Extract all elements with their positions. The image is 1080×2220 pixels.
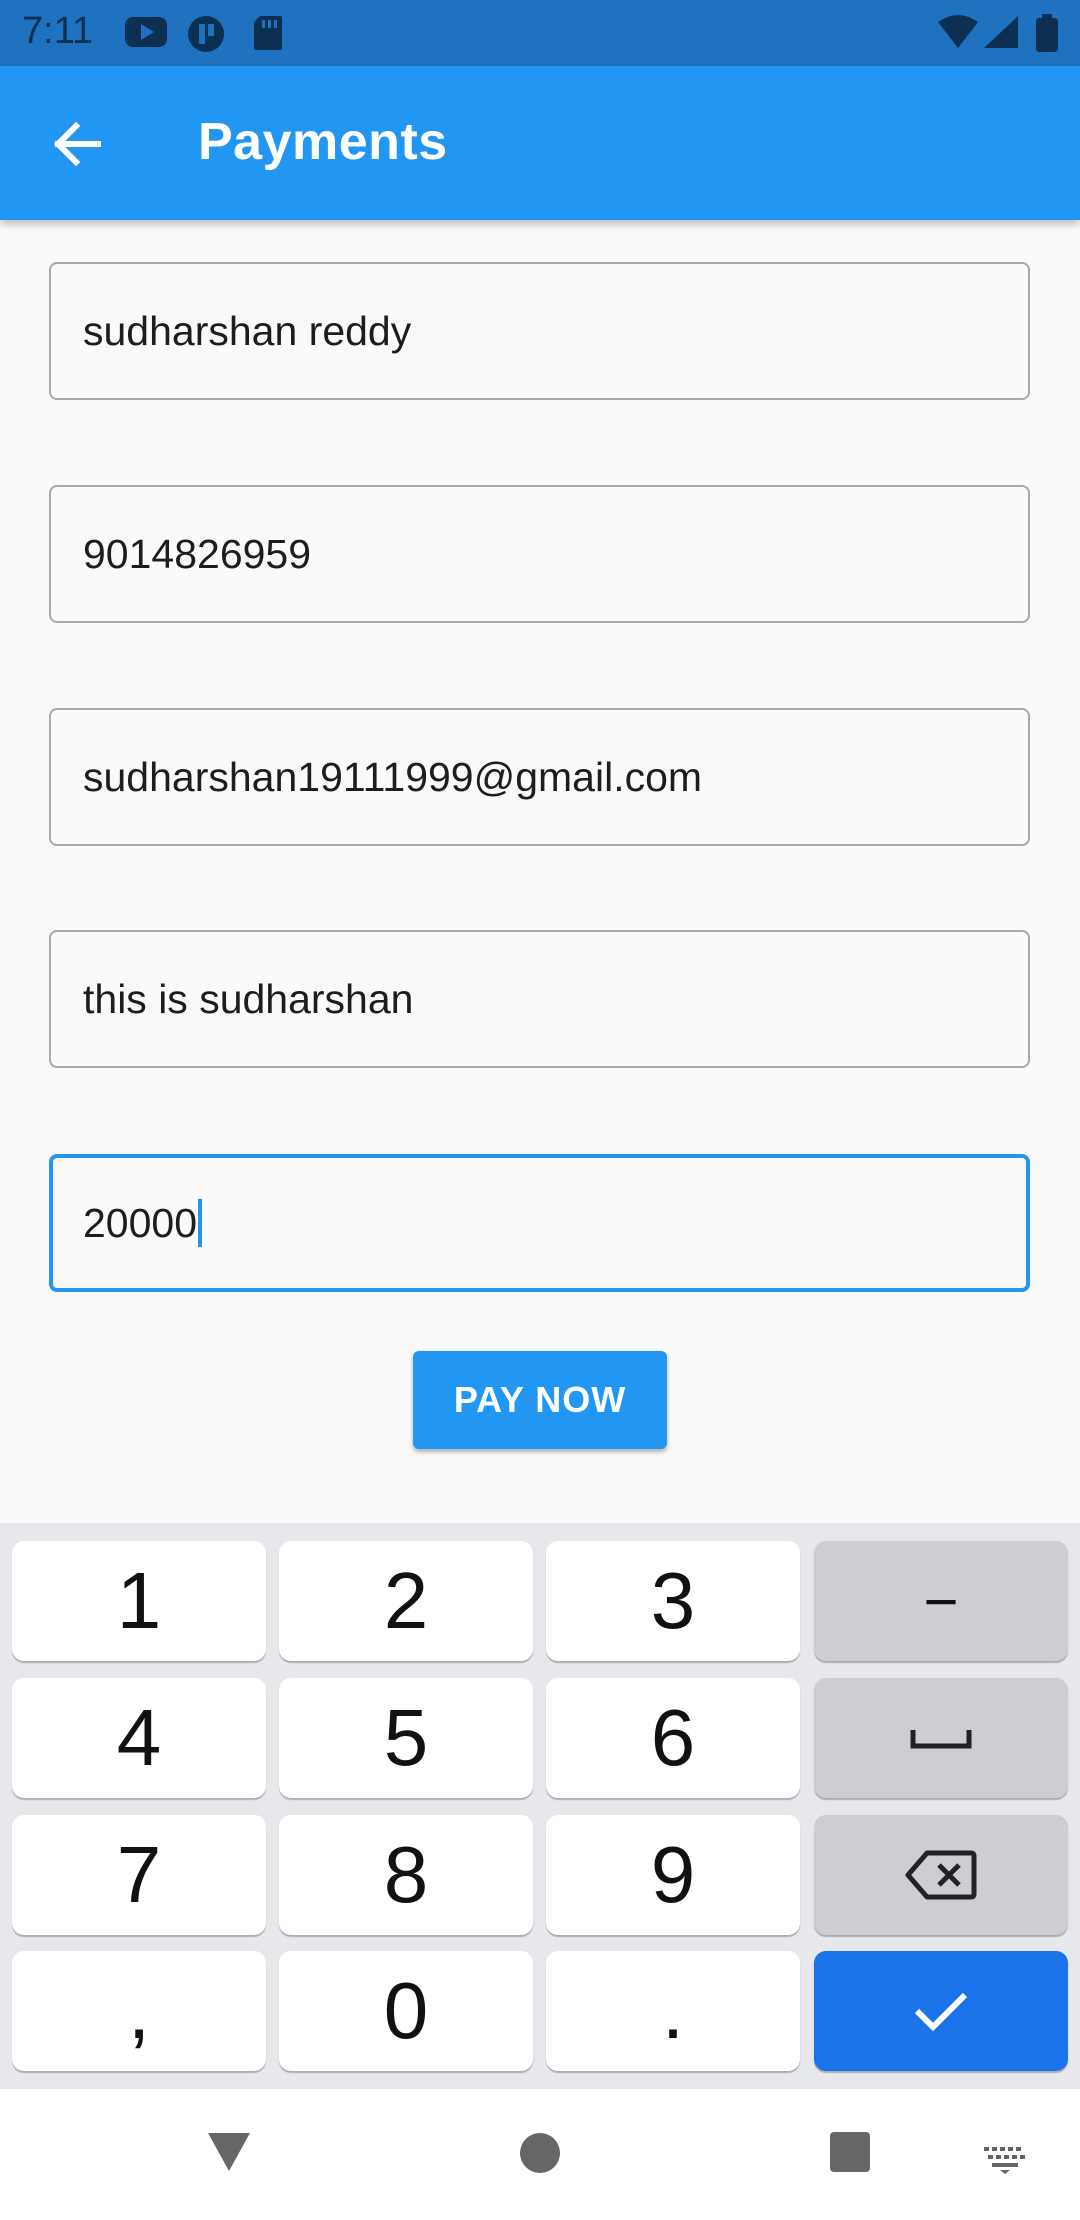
- page-title: Payments: [198, 113, 448, 171]
- key-7[interactable]: 7: [12, 1815, 266, 1935]
- signal-icon: [984, 16, 1018, 48]
- description-field[interactable]: this is sudharshan: [49, 930, 1030, 1068]
- key-0[interactable]: 0: [279, 1951, 533, 2071]
- key-6[interactable]: 6: [546, 1678, 800, 1798]
- app-bar: Payments: [0, 66, 1080, 220]
- amount-field-value: 20000: [83, 1199, 198, 1246]
- recents-square-icon[interactable]: [828, 2131, 872, 2173]
- space-bar-icon: [910, 1730, 972, 1749]
- app-icon: [188, 16, 224, 52]
- key-9[interactable]: 9: [546, 1815, 800, 1935]
- phone-field[interactable]: 9014826959: [49, 485, 1030, 623]
- backspace-icon: [905, 1850, 977, 1900]
- key-2[interactable]: 2: [279, 1541, 533, 1661]
- email-field-value: sudharshan19111999@gmail.com: [83, 753, 703, 800]
- name-field[interactable]: sudharshan reddy: [49, 262, 1030, 400]
- wifi-icon: [938, 15, 978, 48]
- key-4[interactable]: 4: [12, 1678, 266, 1798]
- youtube-icon: [125, 17, 167, 47]
- battery-icon: [1036, 14, 1058, 52]
- phone-field-value: 9014826959: [83, 530, 312, 577]
- keyboard-switch-icon[interactable]: [982, 2145, 1028, 2175]
- sd-card-icon: [254, 16, 282, 50]
- pay-now-button[interactable]: PAY NOW: [413, 1351, 667, 1449]
- description-field-value: this is sudharshan: [83, 975, 414, 1022]
- numeric-keyboard: 1 2 3 − 4 5 6 7 8 9 , 0 .: [0, 1523, 1080, 2089]
- home-circle-icon[interactable]: [518, 2131, 562, 2175]
- text-caret: [198, 1199, 203, 1247]
- key-period[interactable]: .: [546, 1951, 800, 2071]
- key-done[interactable]: [814, 1951, 1068, 2071]
- amount-field[interactable]: 20000: [49, 1154, 1030, 1292]
- status-time: 7:11: [22, 10, 94, 52]
- back-triangle-icon[interactable]: [206, 2129, 252, 2173]
- status-bar: 7:11: [0, 0, 1080, 66]
- navigation-bar: [0, 2089, 1080, 2220]
- check-icon: [914, 1992, 968, 2032]
- key-backspace[interactable]: [814, 1815, 1068, 1935]
- key-comma[interactable]: ,: [12, 1951, 266, 2071]
- key-5[interactable]: 5: [279, 1678, 533, 1798]
- key-3[interactable]: 3: [546, 1541, 800, 1661]
- email-field[interactable]: sudharshan19111999@gmail.com: [49, 708, 1030, 846]
- arrow-left-icon[interactable]: [50, 118, 102, 170]
- name-field-value: sudharshan reddy: [83, 307, 412, 354]
- key-8[interactable]: 8: [279, 1815, 533, 1935]
- key-minus[interactable]: −: [814, 1541, 1068, 1661]
- key-1[interactable]: 1: [12, 1541, 266, 1661]
- key-space[interactable]: [814, 1678, 1068, 1798]
